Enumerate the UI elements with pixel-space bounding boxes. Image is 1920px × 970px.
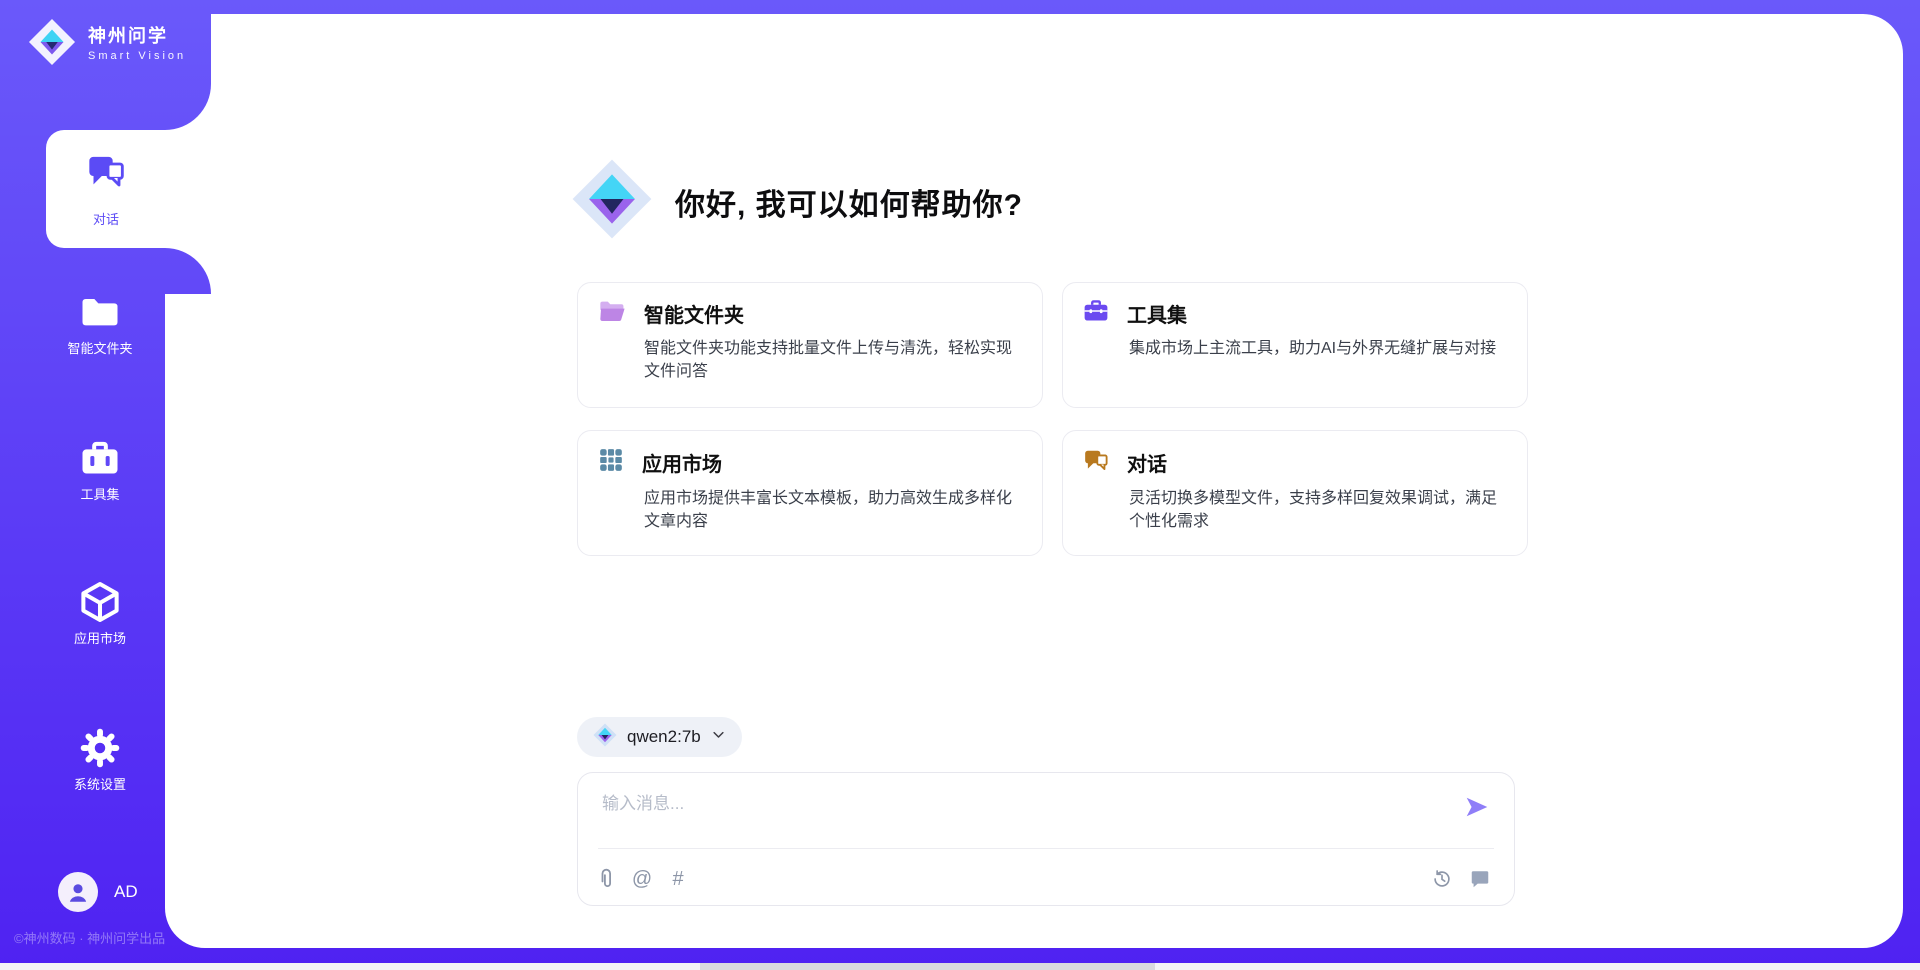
sidebar-item-chat[interactable]: 对话 [46,130,166,248]
gear-icon [35,728,165,768]
greeting-title: 你好, 我可以如何帮助你? [675,180,1023,224]
feature-cards: 智能文件夹 智能文件夹功能支持批量文件上传与清洗，轻松实现文件问答 工具集 集成… [577,282,1528,556]
card-title: 应用市场 [642,448,722,477]
hash-icon[interactable]: # [666,867,690,891]
card-title: 对话 [1127,448,1167,477]
sidebar-item-label: 应用市场 [35,628,165,647]
cube-icon [35,582,165,622]
card-description: 应用市场提供丰富长文本模板，助力高效生成多样化文章内容 [644,487,1022,533]
brand-name: 神州问学 [88,27,186,47]
card-description: 集成市场上主流工具，助力AI与外界无缝扩展与对接 [1129,337,1507,360]
greeting: 你好, 我可以如何帮助你? [571,158,1023,245]
logo-diamond-icon [571,158,653,245]
sidebar-item-label: 对话 [93,209,119,228]
input-toolbar-right [1430,867,1492,891]
sidebar-item-label: 工具集 [35,484,165,503]
grid-icon [598,447,624,478]
card-title: 智能文件夹 [644,299,744,328]
brand-subtitle: Smart Vision [88,50,186,62]
chat-icon [1083,447,1109,478]
input-toolbar-left: @ # [594,867,690,891]
card-smart-folder[interactable]: 智能文件夹 智能文件夹功能支持批量文件上传与清洗，轻松实现文件问答 [577,282,1043,408]
logo-diamond-icon [28,18,76,71]
briefcase-icon [35,438,165,478]
sidebar-item-settings[interactable]: 系统设置 [35,728,165,793]
card-toolset[interactable]: 工具集 集成市场上主流工具，助力AI与外界无缝扩展与对接 [1062,282,1528,408]
model-name: qwen2:7b [627,727,701,747]
brand: 神州问学 Smart Vision [28,18,186,71]
sidebar-item-toolset[interactable]: 工具集 [35,438,165,503]
paperclip-icon[interactable] [594,867,618,891]
briefcase-icon [1083,299,1109,328]
sidebar-item-label: 智能文件夹 [35,338,165,357]
chevron-down-icon [711,727,726,747]
card-app-market[interactable]: 应用市场 应用市场提供丰富长文本模板，助力高效生成多样化文章内容 [577,430,1043,556]
model-selector[interactable]: qwen2:7b [577,717,742,757]
sidebar-item-label: 系统设置 [35,774,165,793]
user-initials: AD [114,882,138,902]
avatar [58,872,98,912]
mention-icon[interactable]: @ [630,867,654,891]
sidebar-item-app-market[interactable]: 应用市场 [35,582,165,647]
chat-icon [86,151,126,196]
folder-icon [35,292,165,332]
history-icon[interactable] [1430,867,1454,891]
feedback-bubble-icon[interactable] [1468,867,1492,891]
card-description: 灵活切换多模型文件，支持多样回复效果调试，满足个性化需求 [1129,487,1507,533]
app-root: { "brand": {"name": "神州问学", "subtitle": … [0,0,1920,970]
send-icon[interactable] [1464,794,1490,820]
logo-diamond-icon [593,723,617,752]
message-input-card: @ # [577,772,1515,906]
card-title: 工具集 [1127,299,1187,328]
folder-open-icon [598,299,626,328]
card-chat[interactable]: 对话 灵活切换多模型文件，支持多样回复效果调试，满足个性化需求 [1062,430,1528,556]
sidebar-footer: ©神州数码 · 神州问学出品 [14,928,165,947]
sidebar-item-folders[interactable]: 智能文件夹 [35,292,165,357]
message-input[interactable] [600,787,1464,843]
card-description: 智能文件夹功能支持批量文件上传与清洗，轻松实现文件问答 [644,337,1022,383]
horizontal-scrollbar-thumb[interactable] [700,963,1155,970]
user-chip[interactable]: AD [58,872,138,912]
input-divider [598,848,1494,849]
